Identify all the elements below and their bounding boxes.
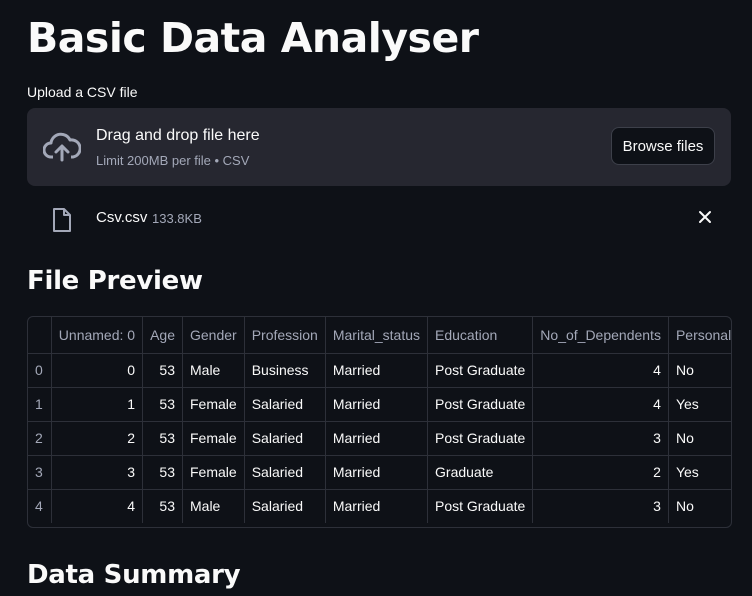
row-index: 2 bbox=[28, 421, 52, 456]
table-cell[interactable]: Female bbox=[182, 455, 245, 490]
table-cell[interactable]: Married bbox=[325, 421, 429, 456]
row-index: 3 bbox=[28, 455, 52, 490]
table-cell[interactable]: Female bbox=[182, 421, 245, 456]
column-header[interactable]: Personal_loan bbox=[668, 317, 731, 354]
table-row: 4 4 53 Male Salaried Married Post Gradua… bbox=[28, 489, 731, 523]
browse-files-button[interactable]: Browse files bbox=[611, 127, 715, 165]
table-cell[interactable]: 53 bbox=[142, 421, 183, 456]
column-header[interactable]: Unnamed: 0 bbox=[51, 317, 144, 354]
table-cell[interactable]: Graduate bbox=[427, 455, 534, 490]
table-cell[interactable]: Yes bbox=[668, 387, 731, 422]
row-index: 4 bbox=[28, 489, 52, 523]
table-header-row: Unnamed: 0 Age Gender Profession Marital… bbox=[28, 317, 731, 354]
uploaded-file-size: 133.8KB bbox=[152, 211, 202, 226]
table-cell[interactable]: 2 bbox=[532, 455, 669, 490]
preview-dataframe[interactable]: Unnamed: 0 Age Gender Profession Marital… bbox=[27, 316, 732, 528]
table-cell[interactable]: Yes bbox=[668, 455, 731, 490]
table-cell[interactable]: Male bbox=[182, 489, 245, 523]
table-cell[interactable]: 3 bbox=[51, 455, 144, 490]
column-header[interactable]: Marital_status bbox=[325, 317, 429, 354]
table-cell[interactable]: 3 bbox=[532, 421, 669, 456]
table-cell[interactable]: Female bbox=[182, 387, 245, 422]
column-header[interactable]: Gender bbox=[182, 317, 245, 354]
table-cell[interactable]: 4 bbox=[51, 489, 144, 523]
table-cell[interactable]: Married bbox=[325, 455, 429, 490]
file-dropzone[interactable]: Drag and drop file here Limit 200MB per … bbox=[27, 108, 731, 186]
file-preview-heading: File Preview bbox=[27, 266, 203, 296]
data-summary-heading: Data Summary bbox=[27, 560, 241, 590]
table-cell[interactable]: 2 bbox=[51, 421, 144, 456]
table-cell[interactable]: Salaried bbox=[244, 489, 326, 523]
table-cell[interactable]: Married bbox=[325, 387, 429, 422]
table-cell[interactable]: No bbox=[668, 489, 731, 523]
column-header[interactable]: Age bbox=[142, 317, 183, 354]
table-cell[interactable]: Post Graduate bbox=[427, 353, 534, 388]
table-cell[interactable]: Salaried bbox=[244, 387, 326, 422]
table-cell[interactable]: Salaried bbox=[244, 455, 326, 490]
page-title: Basic Data Analyser bbox=[27, 14, 479, 62]
table-cell[interactable]: 4 bbox=[532, 387, 669, 422]
table-cell[interactable]: 53 bbox=[142, 489, 183, 523]
table-cell[interactable]: 53 bbox=[142, 353, 183, 388]
table-cell[interactable]: No bbox=[668, 353, 731, 388]
table-cell[interactable]: 3 bbox=[532, 489, 669, 523]
dropzone-title: Drag and drop file here bbox=[96, 127, 260, 144]
file-icon bbox=[53, 208, 71, 232]
upload-label: Upload a CSV file bbox=[27, 84, 138, 100]
table-row: 2 2 53 Female Salaried Married Post Grad… bbox=[28, 421, 731, 456]
table-cell[interactable]: 1 bbox=[51, 387, 144, 422]
table-cell[interactable]: Salaried bbox=[244, 421, 326, 456]
row-index: 1 bbox=[28, 387, 52, 422]
table-cell[interactable]: Post Graduate bbox=[427, 489, 534, 523]
table-cell[interactable]: Post Graduate bbox=[427, 421, 534, 456]
column-header[interactable] bbox=[28, 317, 52, 354]
table-cell[interactable]: 4 bbox=[532, 353, 669, 388]
table-cell[interactable]: 53 bbox=[142, 455, 183, 490]
table-cell[interactable]: 53 bbox=[142, 387, 183, 422]
column-header[interactable]: Profession bbox=[244, 317, 326, 354]
cloud-upload-icon bbox=[43, 132, 81, 162]
table-cell[interactable]: Married bbox=[325, 353, 429, 388]
preview-table: Unnamed: 0 Age Gender Profession Marital… bbox=[28, 317, 731, 523]
uploaded-file-row: Csv.csv 133.8KB bbox=[27, 200, 731, 238]
table-cell[interactable]: No bbox=[668, 421, 731, 456]
table-row: 1 1 53 Female Salaried Married Post Grad… bbox=[28, 387, 731, 422]
table-cell[interactable]: Post Graduate bbox=[427, 387, 534, 422]
dropzone-limit-text: Limit 200MB per file • CSV bbox=[96, 153, 250, 168]
table-cell[interactable]: Business bbox=[244, 353, 326, 388]
close-icon[interactable] bbox=[697, 209, 713, 225]
row-index: 0 bbox=[28, 353, 52, 388]
column-header[interactable]: Education bbox=[427, 317, 534, 354]
table-cell[interactable]: Married bbox=[325, 489, 429, 523]
table-row: 0 0 53 Male Business Married Post Gradua… bbox=[28, 353, 731, 388]
table-cell[interactable]: Male bbox=[182, 353, 245, 388]
uploaded-file-name: Csv.csv bbox=[96, 209, 148, 226]
column-header[interactable]: No_of_Dependents bbox=[532, 317, 669, 354]
table-cell[interactable]: 0 bbox=[51, 353, 144, 388]
table-row: 3 3 53 Female Salaried Married Graduate … bbox=[28, 455, 731, 490]
